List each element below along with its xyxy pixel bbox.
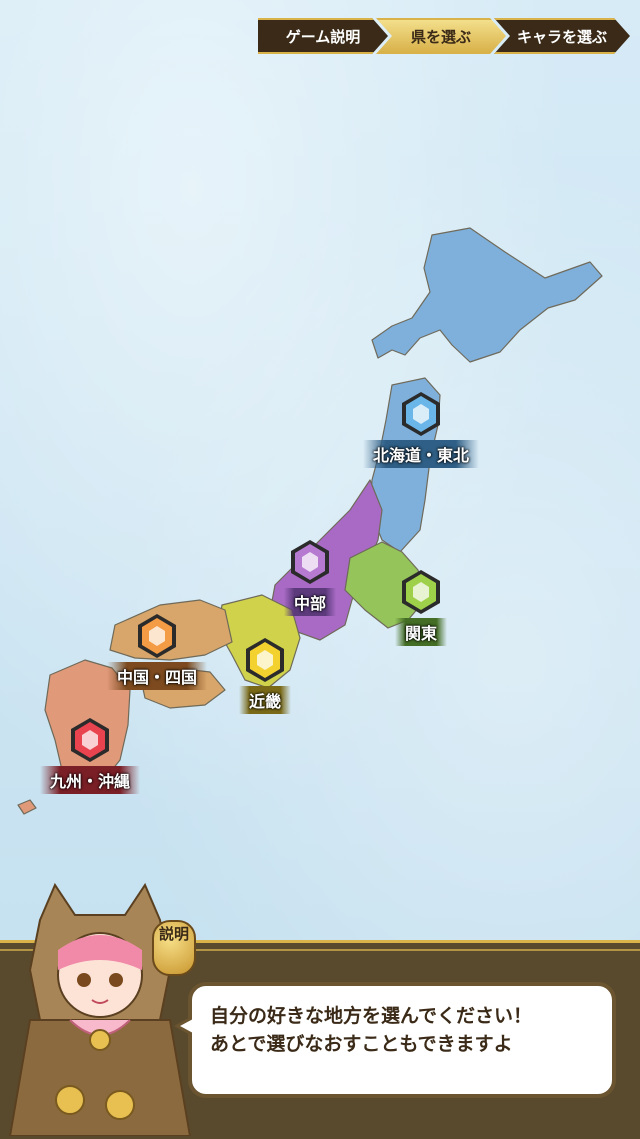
step-select-character[interactable]: キャラを選ぶ — [494, 18, 630, 54]
hexagon-gem-icon — [402, 392, 440, 436]
hexagon-gem-icon — [138, 614, 176, 658]
dialog-line-2: あとで選びなおすこともできますよ — [210, 1033, 513, 1055]
step-select-prefecture[interactable]: 県を選ぶ — [376, 18, 506, 54]
step-breadcrumb: ゲーム説明 県を選ぶ キャラを選ぶ — [258, 18, 630, 54]
hokkaido-area — [371, 227, 603, 363]
mascot-character-icon — [8, 882, 192, 1136]
region-chugoku-shikoku[interactable]: 中国・四国 — [92, 614, 222, 690]
okinawa-area — [17, 799, 37, 815]
region-kyushu-okinawa[interactable]: 九州・沖縄 — [25, 718, 155, 794]
hexagon-gem-icon — [71, 718, 109, 762]
dialog-line-1: 自分の好きな地方を選んでください！ — [210, 1005, 533, 1027]
speech-bubble: 自分の好きな地方を選んでください！ あとで選びなおすこともできますよ — [174, 982, 616, 1098]
hexagon-gem-icon — [402, 570, 440, 614]
explanation-badge[interactable]: 説明 — [152, 920, 196, 976]
step-game-description[interactable]: ゲーム説明 — [258, 18, 388, 54]
region-kanto[interactable]: 関東 — [356, 570, 486, 646]
hexagon-gem-icon — [246, 638, 284, 682]
region-hokkaido-tohoku[interactable]: 北海道・東北 — [356, 392, 486, 468]
hexagon-gem-icon — [291, 540, 329, 584]
